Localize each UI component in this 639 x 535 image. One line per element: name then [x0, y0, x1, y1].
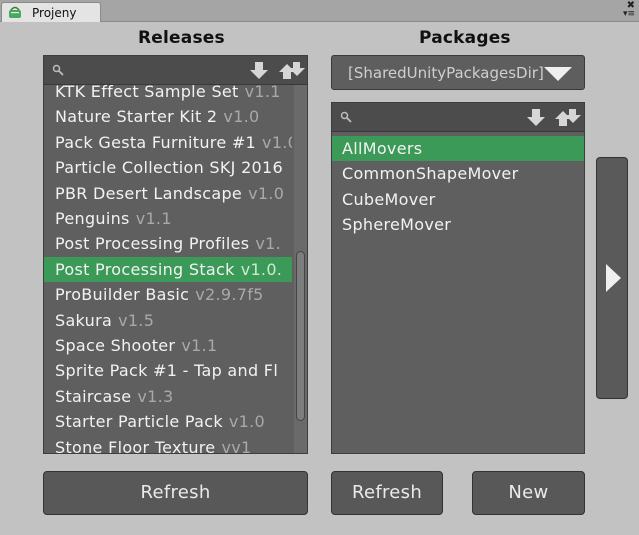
- release-name: Space Shooter: [55, 336, 176, 355]
- release-version: v1.0: [262, 132, 292, 152]
- release-item[interactable]: Pack Gesta Furniture #1v1.0: [44, 130, 292, 155]
- tab-strip: Projeny ✖ ▾≡: [0, 0, 639, 23]
- release-version: v1.5: [118, 310, 155, 330]
- packages-refresh-button[interactable]: Refresh: [331, 471, 443, 515]
- release-name: Post Processing Profiles: [55, 234, 250, 254]
- packages-title: Packages: [419, 28, 511, 48]
- search-icon[interactable]: [52, 64, 64, 76]
- packages-dir-dropdown[interactable]: [SharedUnityPackagesDir]: [331, 55, 585, 90]
- release-name: PBR Desert Landscape: [55, 183, 243, 203]
- packages-panel: AllMovers CommonShapeMover CubeMover Sphere…: [331, 102, 585, 454]
- release-name: Sprite Pack #1 - Tap and Fl: [55, 361, 279, 381]
- menu-icon[interactable]: ▾≡: [623, 10, 635, 19]
- release-item[interactable]: Space Shooter v1.1: [44, 333, 292, 358]
- new-package-button[interactable]: New: [472, 471, 585, 515]
- release-item[interactable]: Sakura v1.5: [44, 308, 292, 333]
- releases-panel: KTK Effect Sample Set v1.1 Nature Starter …: [43, 55, 308, 454]
- release-item[interactable]: Stone Floor Texture vv1: [44, 435, 292, 454]
- release-version: v1.0.: [240, 259, 283, 279]
- release-item[interactable]: Penguins v1.1: [44, 206, 292, 231]
- releases-toolbar: [44, 56, 307, 85]
- release-name: Pack Gesta Furniture #1: [55, 132, 257, 152]
- package-item[interactable]: CommonShapeMover: [332, 161, 584, 186]
- release-item[interactable]: Starter Particle Pack v1.0: [44, 409, 292, 434]
- release-item[interactable]: Nature Starter Kit 2 v1.0: [44, 104, 292, 129]
- move-to-project-button[interactable]: [596, 157, 628, 399]
- tab-projeny[interactable]: Projeny: [1, 2, 101, 23]
- search-icon[interactable]: [340, 111, 352, 123]
- release-name: Penguins: [55, 209, 130, 228]
- release-version: v1.0: [248, 183, 285, 203]
- release-version: v1.0: [223, 107, 260, 127]
- package-item[interactable]: SphereMover: [332, 212, 584, 237]
- release-item[interactable]: ProBuilder Basic v2.9.7f5: [44, 282, 292, 307]
- release-name: Staircase: [55, 386, 132, 406]
- package-item[interactable]: AllMovers: [332, 136, 584, 161]
- releases-scroll-thumb[interactable]: [296, 251, 305, 421]
- release-name: ProBuilder Basic: [55, 285, 190, 305]
- tab-label: Projeny: [32, 6, 77, 20]
- release-version: v1.1: [135, 209, 172, 228]
- releases-scrollbar[interactable]: [294, 85, 307, 453]
- release-name: Particle Collection SKJ 2016: [55, 158, 284, 178]
- release-name: Post Processing Stack: [55, 259, 235, 279]
- release-version: v1.: [255, 234, 282, 254]
- release-item[interactable]: Post Processing Stack v1.0.: [44, 256, 292, 282]
- release-name: Nature Starter Kit 2: [55, 107, 218, 127]
- packages-toolbar: [332, 103, 584, 132]
- package-item[interactable]: CubeMover: [332, 187, 584, 212]
- release-version: v2.9.7f5: [195, 285, 264, 305]
- window-menu-icon[interactable]: ✖ ▾≡: [623, 1, 635, 19]
- release-name: Starter Particle Pack: [55, 412, 223, 432]
- sort-toggle-icon[interactable]: [554, 108, 582, 127]
- sort-down-icon[interactable]: [526, 108, 546, 127]
- releases-title: Releases: [138, 28, 225, 48]
- sort-toggle-icon[interactable]: [278, 61, 306, 80]
- basket-icon: [9, 6, 21, 18]
- release-version: v1.3: [137, 386, 174, 406]
- release-item[interactable]: Post Processing Profiles v1.: [44, 231, 292, 256]
- arrow-right-icon: [606, 264, 621, 292]
- releases-refresh-button[interactable]: Refresh: [43, 471, 308, 515]
- release-name: Stone Floor Texture: [55, 437, 216, 454]
- release-item[interactable]: Particle Collection SKJ 2016: [44, 155, 292, 180]
- release-name: KTK Effect Sample Set: [55, 85, 239, 101]
- release-version: v1.1: [244, 85, 281, 101]
- release-version: v1.1: [181, 336, 218, 355]
- chevron-down-icon: [544, 67, 572, 81]
- release-item[interactable]: Sprite Pack #1 - Tap and Fl: [44, 358, 292, 383]
- releases-list[interactable]: KTK Effect Sample Set v1.1 Nature Starter …: [44, 85, 294, 454]
- projeny-window: Releases Packages KTK Effect Sample Set v…: [0, 22, 639, 535]
- release-item[interactable]: KTK Effect Sample Set v1.1: [44, 85, 292, 104]
- release-version: vv1: [221, 437, 252, 454]
- dropdown-value: [SharedUnityPackagesDir]: [348, 64, 544, 82]
- release-name: Sakura: [55, 310, 113, 330]
- sort-down-icon[interactable]: [249, 61, 269, 80]
- release-version: v1.0: [228, 412, 266, 432]
- release-item[interactable]: Staircase v1.3: [44, 384, 292, 409]
- release-item[interactable]: PBR Desert Landscape v1.0: [44, 181, 292, 206]
